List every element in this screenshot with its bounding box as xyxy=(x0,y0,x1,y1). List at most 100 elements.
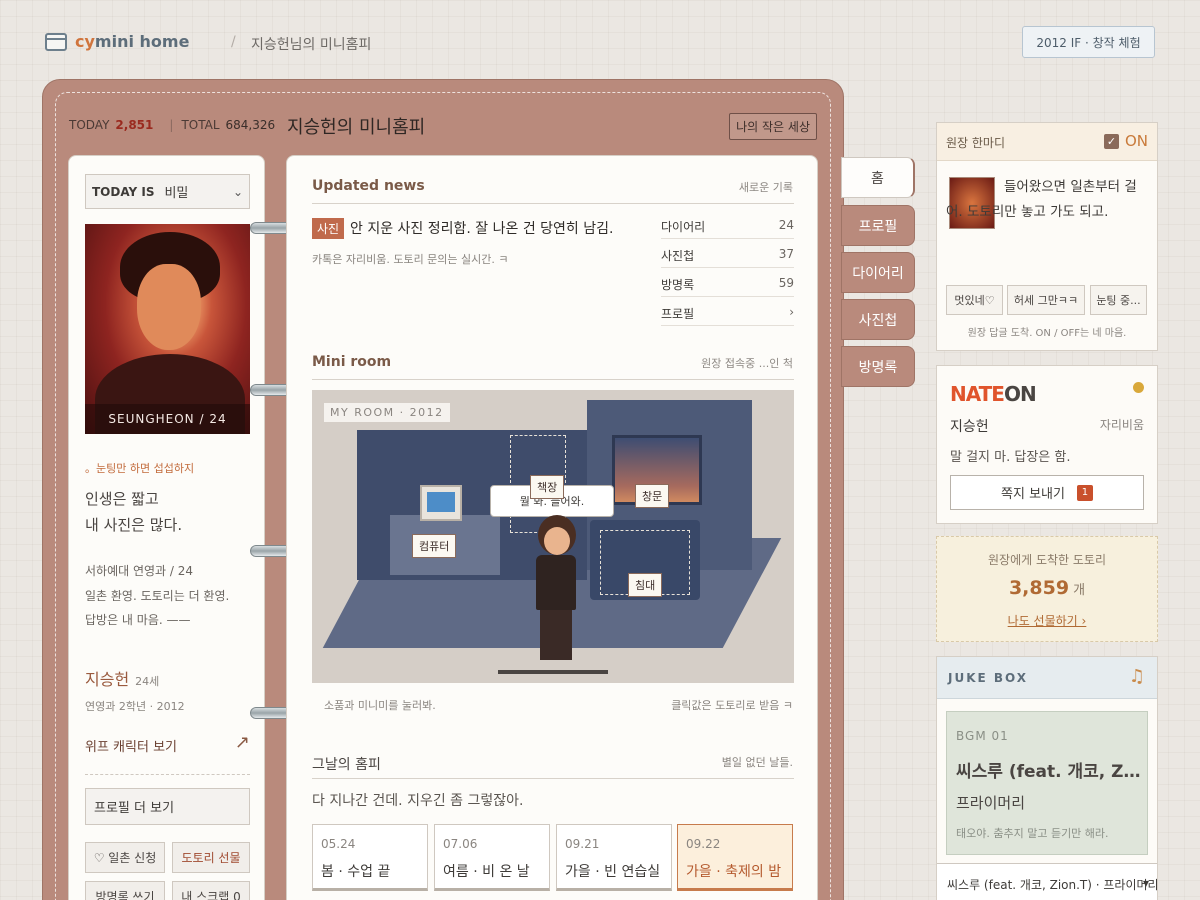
acorn-title: 원장에게 도착한 도토리 xyxy=(987,553,1107,567)
quote-line: 내 사진은 많다. xyxy=(85,516,183,534)
reply-stop-button[interactable]: 허세 그만ㅋㅋ xyxy=(1007,285,1085,315)
tab-profile[interactable]: 프로필 xyxy=(841,205,915,246)
memory-card[interactable]: 07.06 여름 · 비 온 날 xyxy=(434,824,550,891)
tab-diary[interactable]: 다이어리 xyxy=(841,252,915,293)
stat-row-photos[interactable]: 사진첩 37 xyxy=(661,239,794,268)
chevron-down-icon: ⌄ xyxy=(232,184,243,199)
minimi-stand xyxy=(498,670,608,674)
age-text: 24세 xyxy=(135,675,160,688)
song-select[interactable]: 씨스루 (feat. 개코, Zion.T) · 프라이머리 ▾ xyxy=(937,863,1157,900)
stat-label: 다이어리 xyxy=(661,220,706,234)
today-count: 2,851 xyxy=(115,118,154,132)
arrow-up-right-icon: ↗ xyxy=(234,732,250,753)
more-profile-button[interactable]: 프로필 더 보기 xyxy=(85,788,250,825)
breadcrumb-separator: / xyxy=(231,34,236,50)
memory-date: 07.06 xyxy=(443,837,478,851)
miniroom-section-title: Mini room xyxy=(312,354,392,370)
profile-photo[interactable]: SEUNGHEON / 24 xyxy=(85,224,250,434)
memory-card-active[interactable]: 09.22 가을 · 축제의 밤 xyxy=(677,824,793,891)
bookshelf-tag[interactable]: 책장 xyxy=(530,475,565,499)
stat-value: 24 xyxy=(778,218,794,232)
bio-line: 서하예대 연영과 / 24 xyxy=(85,564,194,578)
page-title: 지승헌의 미니홈피 xyxy=(287,117,426,138)
window-icon xyxy=(45,33,67,51)
stat-row-profile[interactable]: 프로필 › xyxy=(661,297,794,326)
reply-cool-button[interactable]: 멋있네♡ xyxy=(946,285,1003,315)
bio-line: 답방은 내 마음. —— xyxy=(85,613,191,627)
mood-label: TODAY IS xyxy=(92,184,155,199)
memory-title: 봄 · 수업 끝 xyxy=(321,864,391,880)
nateon-status: 자리비움 xyxy=(1099,418,1144,432)
tab-photos[interactable]: 사진첩 xyxy=(841,299,915,340)
memory-card[interactable]: 05.24 봄 · 수업 끝 xyxy=(312,824,428,891)
memory-date: 09.21 xyxy=(565,837,600,851)
ilchon-request-button[interactable]: ♡ 일촌 신청 xyxy=(85,842,165,873)
owner-message: 들어왔으면 일촌부터 걸어. 도토리만 놓고 가도 되고. xyxy=(946,179,1137,220)
stat-value: 59 xyxy=(778,276,794,290)
nateon-logo-on: ON xyxy=(1003,382,1037,406)
profile-page: TODAY IS 비밀 ⌄ SEUNGHEON / 24 。눈팅만 하면 섭섭하… xyxy=(68,155,265,900)
section-divider xyxy=(312,203,794,204)
memory-card[interactable]: 09.21 가을 · 빈 연습실 xyxy=(556,824,672,891)
memory-title: 여름 · 비 온 날 xyxy=(443,864,530,880)
song-select-value: 씨스루 (feat. 개코, Zion.T) · 프라이머리 xyxy=(947,878,1157,892)
minimi-face xyxy=(544,527,570,555)
guestbook-write-button[interactable]: 방명록 쓰기 xyxy=(85,881,165,900)
profile-bio: 서하예대 연영과 / 24 일촌 환영. 도토리는 더 환영. 답방은 내 마음… xyxy=(85,559,229,633)
owner-toggle[interactable]: ✓ ON xyxy=(1103,132,1148,150)
photo-caption: SEUNGHEON / 24 xyxy=(85,404,250,434)
home-page: Updated news 새로운 기록 사진 안 지운 사진 정리함. 잘 나온… xyxy=(286,155,818,900)
tab-home[interactable]: 홈 xyxy=(841,157,915,198)
nateon-name: 지승헌 xyxy=(950,419,989,435)
unread-badge: 1 xyxy=(1076,484,1093,501)
bed-tag[interactable]: 침대 xyxy=(628,573,663,597)
stat-row-diary[interactable]: 다이어리 24 xyxy=(661,210,794,239)
my-scrap-button[interactable]: 내 스크랩 0 xyxy=(172,881,250,900)
news-category-badge: 사진 xyxy=(312,218,345,239)
stat-label: 프로필 xyxy=(661,307,695,321)
checkbox-icon[interactable]: ✓ xyxy=(1103,133,1119,149)
stat-row-guestbook[interactable]: 방명록 59 xyxy=(661,268,794,297)
computer-tag[interactable]: 컴퓨터 xyxy=(412,534,457,558)
acorn-gift-button[interactable]: 도토리 선물 xyxy=(172,842,250,873)
wipe-link-label: 위프 캐릭터 보기 xyxy=(85,740,177,755)
total-label: TOTAL xyxy=(181,118,220,132)
music-note-icon: ♫ xyxy=(1128,666,1145,687)
memory-date: 05.24 xyxy=(321,837,356,851)
name-text: 지승헌 xyxy=(85,670,130,689)
if-experience-button[interactable]: 2012 IF · 창작 체험 xyxy=(1022,26,1155,58)
status-message: 。눈팅만 하면 섭섭하지 xyxy=(85,462,195,475)
memory-title: 가을 · 축제의 밤 xyxy=(686,864,782,880)
homepy-section-title: 그날의 홈피 xyxy=(312,757,381,773)
brand-logo[interactable]: cymini home xyxy=(75,32,189,51)
owner-comment-header: 원장 한마디 ✓ ON xyxy=(937,123,1157,161)
gift-acorn-link[interactable]: 나도 선물하기 › xyxy=(937,612,1157,629)
tab-guestbook[interactable]: 방명록 xyxy=(841,346,915,387)
my-world-button[interactable]: 나의 작은 세상 xyxy=(729,113,817,140)
room-computer[interactable] xyxy=(420,485,462,521)
stat-value: 37 xyxy=(778,247,794,261)
counter-divider: | xyxy=(169,118,174,132)
nateon-panel: NATEON 지승헌 자리비움 말 걸지 마. 답장은 함. 쪽지 보내기 1 xyxy=(936,365,1158,524)
minimi-character[interactable] xyxy=(532,515,580,665)
memory-title: 가을 · 빈 연습실 xyxy=(565,864,661,880)
jukebox-panel: JUKE BOX ♫ BGM 01 씨스루 (feat. 개코, Zion.T)… xyxy=(936,656,1158,900)
window-tag[interactable]: 창문 xyxy=(635,484,670,508)
breadcrumb[interactable]: 지승헌님의 미니홈피 xyxy=(251,34,371,54)
mood-value: 비밀 xyxy=(164,186,189,201)
reply-lurking-button[interactable]: 눈팅 중... xyxy=(1090,285,1147,315)
mood-select[interactable]: TODAY IS 비밀 ⌄ xyxy=(85,174,250,209)
jukebox-header: JUKE BOX ♫ xyxy=(937,657,1157,699)
nateon-logo-nate: NATE xyxy=(950,382,1005,406)
now-playing-card[interactable]: BGM 01 씨스루 (feat. 개코, Zion.T) 프라이머리 태오야.… xyxy=(946,711,1148,855)
brand-cy: cy xyxy=(75,32,95,51)
profile-school: 연영과 2학년 · 2012 xyxy=(85,700,185,713)
quote-line: 인생은 짧고 xyxy=(85,490,159,508)
mini-room-scene[interactable]: 뭘 봐. 들어와. MY ROOM · 2012 책장 창문 컴퓨터 침대 xyxy=(312,390,794,683)
wipe-character-link[interactable]: 위프 캐릭터 보기 ↗ xyxy=(85,732,250,755)
owner-note: 원장 답글 도착. ON / OFF는 네 마음. xyxy=(967,328,1127,339)
news-headline[interactable]: 안 지운 사진 정리함. 잘 나온 건 당연히 남김. xyxy=(350,218,613,238)
send-note-button[interactable]: 쪽지 보내기 1 xyxy=(950,475,1144,510)
homepy-quote: 다 지나간 건데. 지우긴 좀 그렇잖아. xyxy=(312,793,524,809)
acorn-count-value: 3,859 xyxy=(1008,577,1070,599)
